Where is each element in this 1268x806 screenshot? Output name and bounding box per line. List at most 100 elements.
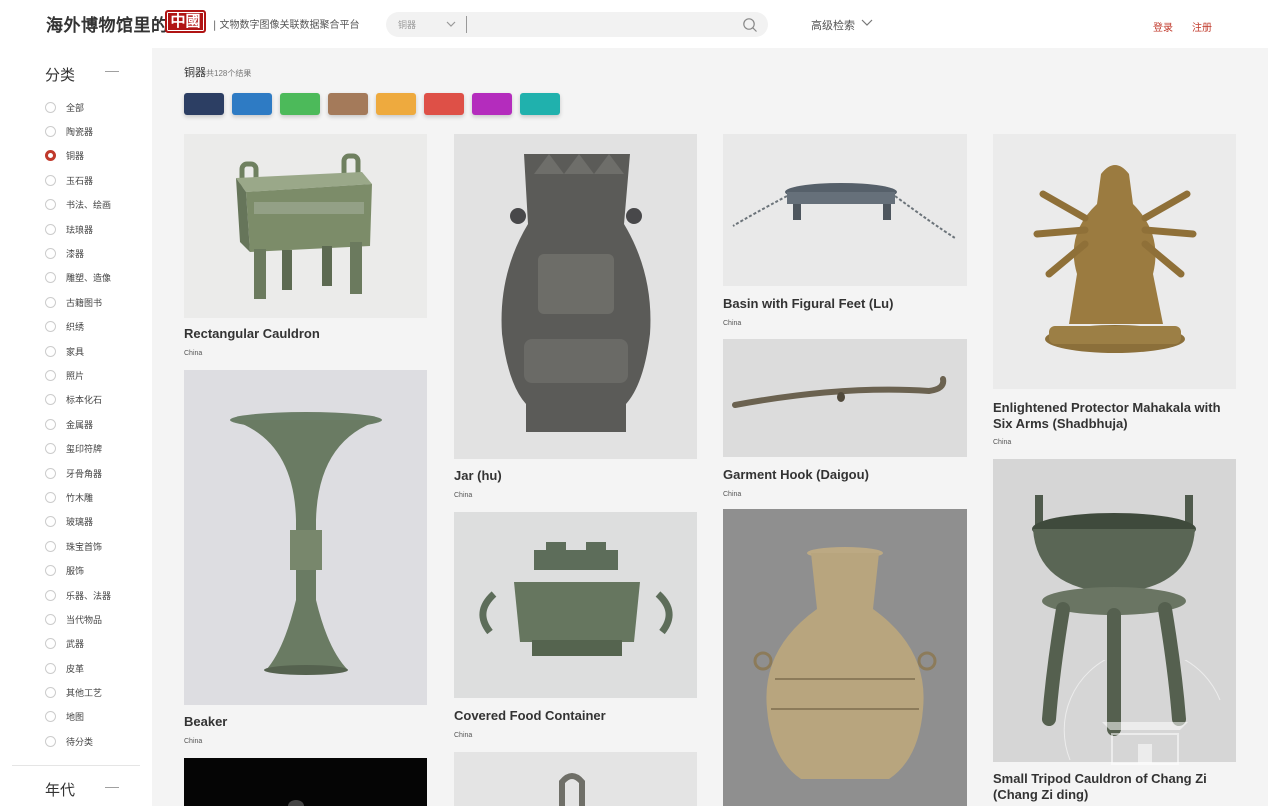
artifact-card[interactable] bbox=[454, 752, 697, 806]
radio-button[interactable] bbox=[45, 467, 56, 479]
category-option[interactable]: 玻璃器 bbox=[45, 510, 111, 534]
category-option[interactable]: 乐器、法器 bbox=[45, 583, 111, 607]
category-option[interactable]: 玉石器 bbox=[45, 168, 111, 192]
radio-button[interactable] bbox=[45, 296, 56, 308]
era-collapse-toggle[interactable]: — bbox=[105, 778, 119, 794]
category-label[interactable]: 照片 bbox=[66, 369, 84, 382]
category-label[interactable]: 全部 bbox=[66, 101, 84, 114]
color-swatch[interactable] bbox=[520, 93, 560, 115]
category-option[interactable]: 待分类 bbox=[45, 729, 111, 753]
radio-button[interactable] bbox=[45, 443, 56, 455]
radio-button[interactable] bbox=[45, 711, 56, 723]
artifact-card[interactable]: Garment Hook (Daigou) China bbox=[723, 339, 967, 504]
radio-button[interactable] bbox=[45, 369, 56, 381]
color-swatch[interactable] bbox=[232, 93, 272, 115]
category-label[interactable]: 服饰 bbox=[66, 564, 84, 577]
search-type-select[interactable]: 铜器 bbox=[398, 18, 416, 31]
category-label[interactable]: 玺印符牌 bbox=[66, 442, 102, 455]
radio-button[interactable] bbox=[45, 589, 56, 601]
radio-button[interactable] bbox=[45, 565, 56, 577]
category-label[interactable]: 古籍图书 bbox=[66, 296, 102, 309]
category-option[interactable]: 珐琅器 bbox=[45, 217, 111, 241]
color-swatch[interactable] bbox=[184, 93, 224, 115]
category-label[interactable]: 玉石器 bbox=[66, 174, 93, 187]
chevron-down-icon[interactable] bbox=[446, 19, 456, 29]
color-swatch[interactable] bbox=[376, 93, 416, 115]
radio-button[interactable] bbox=[45, 491, 56, 503]
category-option[interactable]: 珠宝首饰 bbox=[45, 534, 111, 558]
category-option[interactable]: 陶瓷器 bbox=[45, 119, 111, 143]
category-option[interactable]: 玺印符牌 bbox=[45, 436, 111, 460]
artifact-title[interactable]: Beaker bbox=[184, 714, 427, 730]
category-label[interactable]: 玻璃器 bbox=[66, 515, 93, 528]
register-link[interactable]: 注册 bbox=[1192, 19, 1212, 34]
artifact-card[interactable]: Basin with Figural Feet (Lu) China bbox=[723, 134, 967, 334]
chevron-down-icon[interactable] bbox=[861, 18, 873, 28]
category-option[interactable]: 全部 bbox=[45, 95, 111, 119]
category-label[interactable]: 家具 bbox=[66, 345, 84, 358]
category-option[interactable]: 金属器 bbox=[45, 412, 111, 436]
category-label[interactable]: 珐琅器 bbox=[66, 223, 93, 236]
category-label[interactable]: 陶瓷器 bbox=[66, 125, 93, 138]
site-title[interactable]: 海外博物馆里的 bbox=[46, 11, 169, 36]
category-label[interactable]: 其他工艺 bbox=[66, 686, 102, 699]
radio-button[interactable] bbox=[45, 223, 56, 235]
category-label[interactable]: 地图 bbox=[66, 710, 84, 723]
category-option[interactable]: 其他工艺 bbox=[45, 680, 111, 704]
search-input[interactable] bbox=[466, 16, 726, 33]
radio-button[interactable] bbox=[45, 174, 56, 186]
artifact-image[interactable] bbox=[454, 134, 697, 459]
artifact-image[interactable] bbox=[723, 339, 967, 457]
color-swatch[interactable] bbox=[328, 93, 368, 115]
radio-button[interactable] bbox=[45, 516, 56, 528]
category-option[interactable]: 漆器 bbox=[45, 241, 111, 265]
radio-button[interactable] bbox=[45, 199, 56, 211]
advanced-search-link[interactable]: 高级检索 bbox=[811, 17, 855, 33]
artifact-card[interactable]: Jar (hu) China bbox=[454, 134, 697, 504]
search-icon[interactable] bbox=[742, 17, 758, 33]
category-option[interactable]: 地图 bbox=[45, 705, 111, 729]
category-option[interactable]: 照片 bbox=[45, 363, 111, 387]
radio-button[interactable] bbox=[45, 418, 56, 430]
radio-button[interactable] bbox=[45, 394, 56, 406]
category-option[interactable]: 书法、绘画 bbox=[45, 193, 111, 217]
category-label[interactable]: 待分类 bbox=[66, 735, 93, 748]
color-swatch[interactable] bbox=[472, 93, 512, 115]
artifact-card[interactable]: Enlightened Protector Mahakala with Six … bbox=[993, 134, 1236, 452]
radio-button[interactable] bbox=[45, 687, 56, 699]
category-label[interactable]: 竹木雕 bbox=[66, 491, 93, 504]
radio-button[interactable] bbox=[45, 638, 56, 650]
category-option[interactable]: 标本化石 bbox=[45, 388, 111, 412]
radio-button[interactable] bbox=[45, 272, 56, 284]
category-option[interactable]: 织绣 bbox=[45, 315, 111, 339]
category-label[interactable]: 织绣 bbox=[66, 320, 84, 333]
artifact-image[interactable] bbox=[723, 509, 967, 806]
category-option[interactable]: 竹木雕 bbox=[45, 485, 111, 509]
artifact-card[interactable]: Beaker China bbox=[184, 370, 427, 750]
category-option[interactable]: 家具 bbox=[45, 339, 111, 363]
category-collapse-toggle[interactable]: — bbox=[105, 62, 119, 78]
login-link[interactable]: 登录 bbox=[1153, 19, 1173, 34]
category-option[interactable]: 牙骨角器 bbox=[45, 461, 111, 485]
artifact-image[interactable] bbox=[184, 370, 427, 705]
category-option[interactable]: 古籍图书 bbox=[45, 290, 111, 314]
category-label[interactable]: 金属器 bbox=[66, 418, 93, 431]
category-label[interactable]: 当代物品 bbox=[66, 613, 102, 626]
category-option[interactable]: 服饰 bbox=[45, 558, 111, 582]
artifact-title[interactable]: Jar (hu) bbox=[454, 468, 697, 484]
site-logo[interactable]: 中國 bbox=[165, 10, 206, 33]
artifact-title[interactable]: Rectangular Cauldron bbox=[184, 326, 427, 342]
category-option[interactable]: 铜器 bbox=[45, 144, 111, 168]
artifact-card[interactable]: Covered Food Container China bbox=[454, 512, 697, 744]
artifact-image[interactable] bbox=[454, 752, 697, 806]
radio-button[interactable] bbox=[45, 540, 56, 552]
category-label[interactable]: 武器 bbox=[66, 637, 84, 650]
category-label[interactable]: 标本化石 bbox=[66, 393, 102, 406]
artifact-title[interactable]: Enlightened Protector Mahakala with Six … bbox=[993, 400, 1236, 432]
radio-button[interactable] bbox=[45, 101, 56, 113]
category-label[interactable]: 雕塑、造像 bbox=[66, 271, 111, 284]
artifact-image[interactable] bbox=[454, 512, 697, 698]
category-option[interactable]: 皮革 bbox=[45, 656, 111, 680]
category-label[interactable]: 漆器 bbox=[66, 247, 84, 260]
color-swatch[interactable] bbox=[424, 93, 464, 115]
